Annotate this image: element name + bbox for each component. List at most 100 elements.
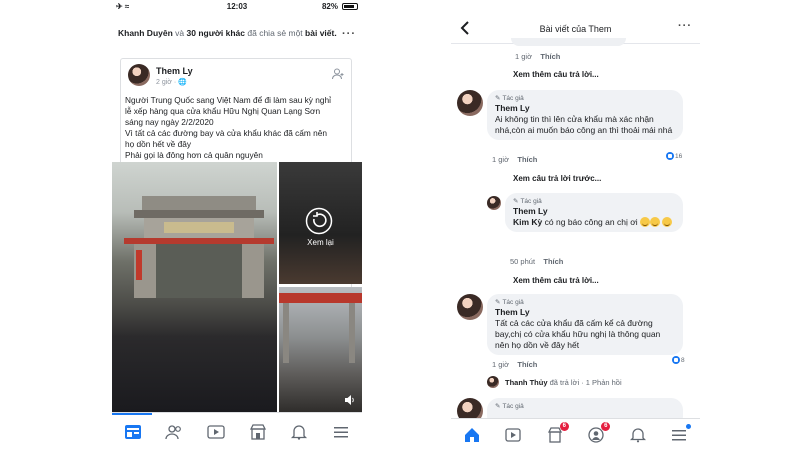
- watch-tab[interactable]: [504, 426, 522, 444]
- like-link[interactable]: Thích: [517, 155, 537, 164]
- grinning-emoji-icon: [662, 217, 673, 227]
- marketplace-tab[interactable]: 6: [546, 421, 569, 444]
- menu-icon: [672, 429, 687, 440]
- page-title: Bài viết của Them: [539, 24, 612, 34]
- photo-queue[interactable]: [279, 287, 362, 412]
- author-tag: ✎ Tác giả: [495, 402, 675, 411]
- marketplace-tab[interactable]: [248, 422, 268, 442]
- reaction-count[interactable]: 16: [666, 152, 682, 160]
- post-body: Người Trung Quốc sang Việt Nam để đi làm…: [125, 95, 347, 161]
- reply-action: đã trả lời: [549, 378, 580, 387]
- status-battery: 82%: [322, 2, 358, 11]
- notifications-tab[interactable]: [289, 422, 309, 442]
- author-tag: ✎ Tác giả: [495, 94, 675, 103]
- pencil-icon: ✎: [495, 403, 501, 410]
- reply-summary[interactable]: Thanh Thủy đã trả lời · 1 Phản hồi: [505, 378, 622, 387]
- reply-count: · 1 Phản hồi: [581, 378, 622, 387]
- comment-time: 1 giờ: [492, 155, 510, 164]
- pencil-icon: ✎: [495, 95, 501, 102]
- video-thumbnail[interactable]: Xem lại: [279, 162, 362, 284]
- comment-bubble: ✎ Tác giả Them Ly Ai không tin thì lên cử…: [487, 90, 683, 140]
- post-line: họ dồn hết về đây: [125, 139, 191, 149]
- watch-icon: [207, 424, 225, 439]
- share-summary: Khanh Duyên và 30 người khác đã chia sẻ …: [118, 28, 338, 39]
- see-more-replies-link[interactable]: Xem thêm câu trả lời...: [513, 70, 599, 79]
- mention-link[interactable]: Kim Kỳ: [513, 217, 542, 227]
- avatar[interactable]: [457, 90, 483, 116]
- see-previous-replies-link[interactable]: Xem câu trả lời trước...: [513, 174, 601, 183]
- comment-time: 1 giờ: [492, 360, 510, 369]
- author-tag-label: Tác giả: [502, 298, 524, 306]
- airplane-wifi-icon: ✈ ≈: [116, 2, 130, 11]
- gate-illustration: [124, 196, 274, 298]
- home-tab[interactable]: [463, 426, 481, 444]
- bottom-tab-bar: 6 6: [451, 418, 700, 450]
- like-link[interactable]: Thích: [540, 52, 560, 61]
- author-tag: ✎ Tác giả: [495, 298, 675, 307]
- post-line: lễ xếp hàng qua cửa khẩu Hữu Nghị Quan L…: [125, 106, 321, 116]
- battery-percent: 82%: [321, 2, 338, 11]
- photo-crowd-gate[interactable]: [112, 162, 277, 412]
- active-tab-indicator: [112, 413, 152, 415]
- like-reaction-icon: [672, 356, 680, 364]
- comment-text: có ng báo công an chị ơi: [542, 217, 638, 227]
- watch-tab[interactable]: [206, 422, 226, 442]
- friends-tab[interactable]: 6: [587, 421, 611, 444]
- post-photo-grid: Xem lại: [112, 162, 362, 412]
- home-icon: [124, 424, 141, 439]
- friends-tab[interactable]: [164, 422, 184, 442]
- comment-time: 1 giờ: [515, 52, 533, 61]
- share-action: đã chia sẻ một: [247, 28, 303, 38]
- comment-meta: 1 giờ Thích: [492, 360, 537, 369]
- post-link[interactable]: bài viết.: [305, 28, 337, 38]
- watch-icon: [505, 427, 521, 442]
- replay-icon[interactable]: [305, 207, 333, 235]
- share-connector: và: [175, 28, 185, 38]
- commenter-name[interactable]: Them Ly: [495, 103, 675, 113]
- comment-time: 50 phút: [510, 257, 536, 266]
- author-tag-label: Tác giả: [502, 402, 524, 410]
- home-icon: [464, 427, 479, 442]
- comment-text: Ai không tin thì lên cửa khẩu mà xác nhậ…: [495, 114, 673, 135]
- like-link[interactable]: Thích: [543, 257, 563, 266]
- right-phone-screen: Bài viết của Them ··· 1 giờ Thích Xem th…: [451, 0, 700, 450]
- see-more-replies-link[interactable]: Xem thêm câu trả lời...: [513, 276, 599, 285]
- notifications-tab[interactable]: [629, 426, 647, 444]
- reaction-count[interactable]: 8: [672, 356, 685, 364]
- avatar[interactable]: [487, 376, 499, 388]
- bell-icon: [629, 427, 646, 442]
- avatar[interactable]: [487, 196, 501, 210]
- home-tab[interactable]: [123, 422, 143, 442]
- comment-meta: 50 phút Thích: [510, 257, 563, 266]
- reply-body: Kim Kỳ có ng báo công an chị ơi: [513, 217, 675, 228]
- grinning-emoji-icon: [650, 217, 661, 227]
- menu-tab[interactable]: [670, 423, 692, 444]
- truncated-comment-bubble: [511, 38, 626, 46]
- more-options-icon[interactable]: ···: [678, 20, 692, 32]
- post-author[interactable]: Them Ly: [156, 66, 193, 76]
- avatar[interactable]: [128, 64, 150, 86]
- add-friend-icon[interactable]: [331, 67, 345, 81]
- like-link[interactable]: Thích: [517, 360, 537, 369]
- replay-label[interactable]: Xem lại: [279, 238, 362, 247]
- bottom-tab-bar: [112, 412, 362, 450]
- sharer-name[interactable]: Khanh Duyên: [118, 28, 173, 38]
- others-link[interactable]: 30 người khác: [187, 28, 246, 38]
- post-line: Phải gọi là đông hơn cả quân nguyên: [125, 150, 263, 160]
- replier-name[interactable]: Thanh Thủy: [505, 378, 548, 387]
- comment-meta: 1 giờ Thích: [492, 155, 537, 164]
- menu-icon: [334, 426, 349, 437]
- post-line: sáng nay ngày 2/2/2020: [125, 117, 214, 127]
- avatar[interactable]: [457, 294, 483, 320]
- author-tag-label: Tác giả: [502, 94, 524, 102]
- author-tag-label: Tác giả: [520, 197, 542, 205]
- sound-icon[interactable]: [344, 394, 356, 406]
- grinning-emoji-icon: [640, 217, 651, 227]
- left-phone-screen: ✈ ≈ 12:03 82% Khanh Duyên và 30 người kh…: [112, 0, 362, 450]
- commenter-name[interactable]: Them Ly: [513, 206, 675, 216]
- more-options-icon[interactable]: ···: [342, 28, 356, 40]
- commenter-name[interactable]: Them Ly: [495, 307, 675, 317]
- pencil-icon: ✎: [513, 198, 519, 205]
- menu-tab[interactable]: [331, 422, 351, 442]
- comment-meta: 1 giờ Thích: [515, 52, 560, 61]
